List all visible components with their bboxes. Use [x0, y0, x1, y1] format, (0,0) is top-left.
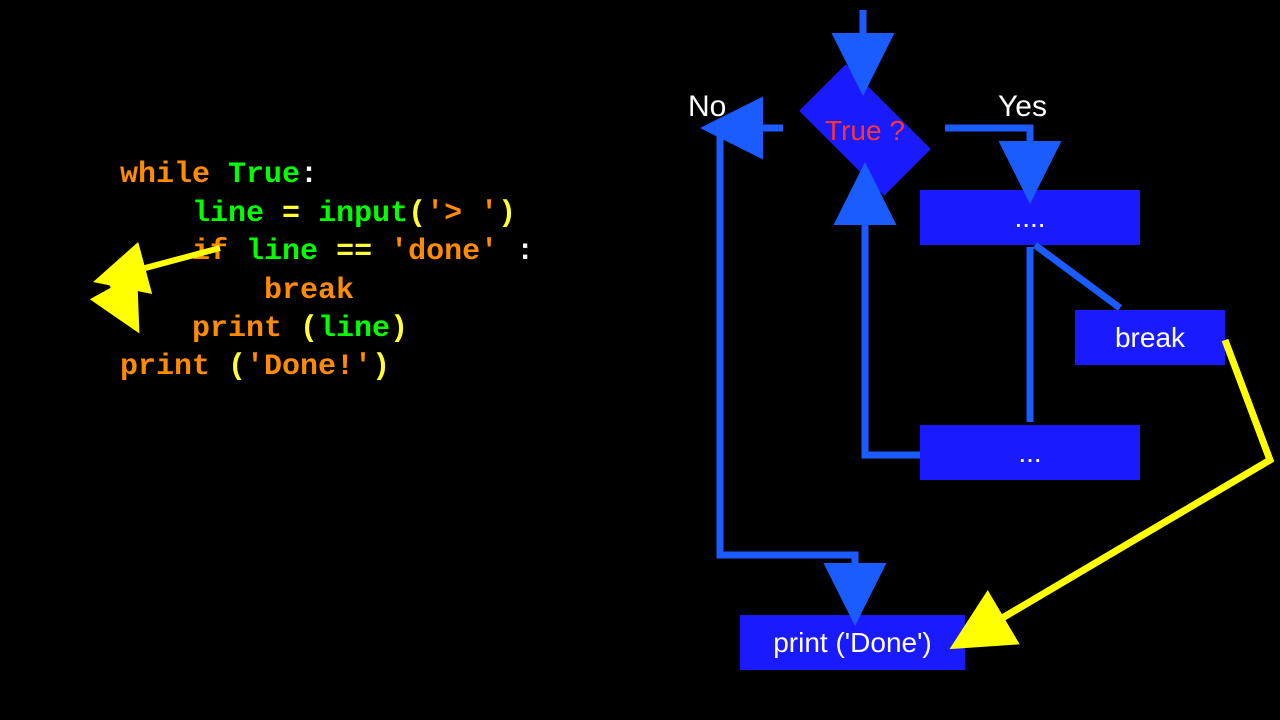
var-line: line [246, 235, 318, 269]
fn-print: print [192, 312, 282, 346]
terminal-box-done: print ('Done') [740, 615, 965, 670]
process-box-2: ... [920, 425, 1140, 480]
label-no: No [688, 90, 726, 124]
paren: ) [390, 312, 408, 346]
colon: : [300, 158, 318, 192]
op-eqeq: == [336, 235, 372, 269]
paren: ( [282, 312, 318, 346]
decision-label: True ? [810, 115, 920, 147]
paren: ) [372, 350, 390, 384]
paren: ( [210, 350, 246, 384]
fn-print-outer: print [120, 350, 210, 384]
string-done-bang: 'Done!' [246, 350, 372, 384]
process-box-1: .... [920, 190, 1140, 245]
fn-input: input [318, 197, 408, 231]
label-yes: Yes [998, 90, 1047, 124]
keyword-while: while [120, 158, 210, 192]
string-prompt: '> ' [426, 197, 498, 231]
python-code-block: while True: line = input('> ') if line =… [120, 118, 534, 387]
op-assign: = [282, 197, 300, 231]
keyword-if: if [192, 235, 228, 269]
break-box: break [1075, 310, 1225, 365]
paren: ) [498, 197, 516, 231]
keyword-break: break [264, 274, 354, 308]
var-line: line [192, 197, 264, 231]
literal-true: True [228, 158, 300, 192]
paren: ( [408, 197, 426, 231]
arg-line: line [318, 312, 390, 346]
string-done: 'done' [390, 235, 498, 269]
colon: : [498, 235, 534, 269]
